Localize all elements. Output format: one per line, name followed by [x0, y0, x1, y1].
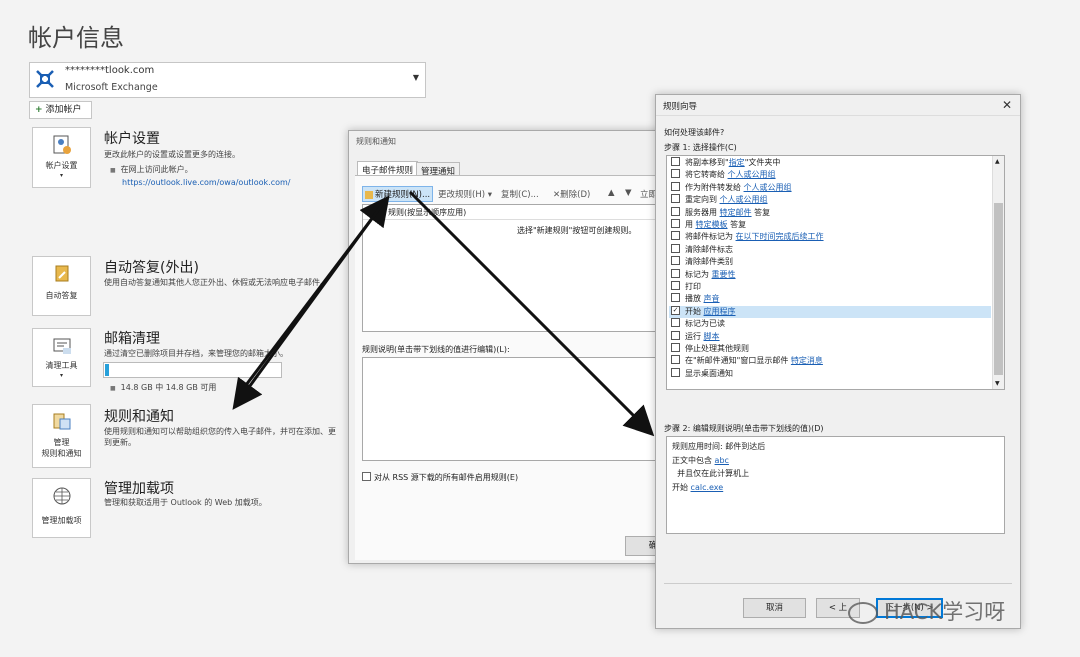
watermark: HACK学习呀 — [848, 596, 1005, 626]
arrow-to-wizard — [408, 190, 655, 437]
wechat-icon — [848, 602, 878, 624]
annotation-arrows — [232, 190, 655, 437]
arrow-to-rules-tile — [232, 201, 386, 410]
